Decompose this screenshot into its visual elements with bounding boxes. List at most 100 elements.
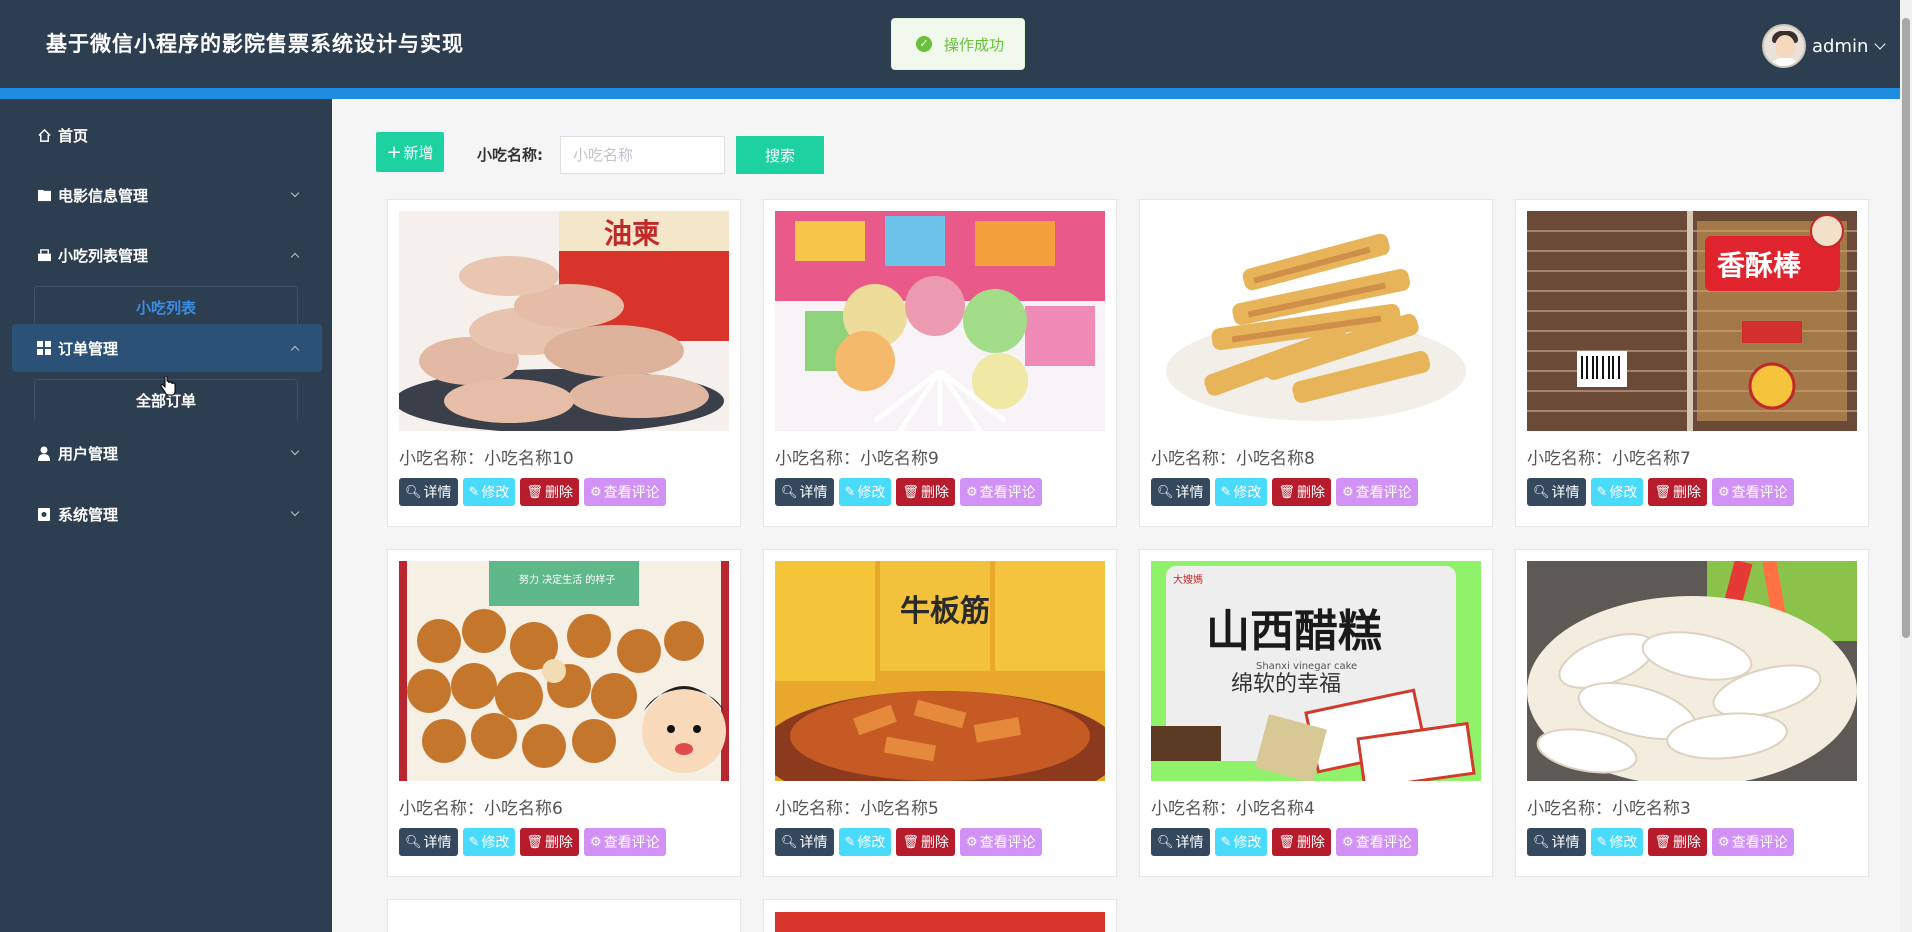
snack-image[interactable] [1151, 211, 1481, 431]
edit-button[interactable]: ✎ 修改 [1214, 478, 1268, 506]
snack-image[interactable] [775, 912, 1105, 932]
edit-icon: ✎ [1220, 834, 1232, 850]
delete-button[interactable]: 🗑︎ 删除 [1272, 828, 1331, 856]
edit-button[interactable]: ✎ 修改 [838, 828, 892, 856]
detail-button[interactable]: 🔍︎ 详情 [1151, 478, 1210, 506]
chevron-up-icon [290, 252, 300, 262]
sidebar-item-snack[interactable]: 小吃列表管理 [12, 231, 322, 279]
sidebar-item-user[interactable]: 用户管理 [12, 429, 322, 477]
toast-message: 操作成功 [944, 35, 1005, 54]
review-button[interactable]: ⚙ 查看评论 [1711, 828, 1794, 856]
snack-image[interactable] [1527, 561, 1857, 781]
delete-button[interactable]: 🗑︎ 删除 [520, 828, 579, 856]
snack-image[interactable]: 大嫂媽 山西醋糕 Shanxi vinegar cake 绵软的幸福 [1151, 561, 1481, 781]
chevron-down-icon [290, 507, 300, 517]
card-actions: 🔍︎ 详情 ✎ 修改 🗑︎ 删除 ⚙ 查看评论 [775, 828, 1042, 856]
snack-name: 小吃名称：小吃名称10 [399, 449, 574, 469]
review-button[interactable]: ⚙ 查看评论 [1711, 478, 1794, 506]
detail-button[interactable]: 🔍︎ 详情 [399, 828, 458, 856]
trash-icon: 🗑︎ [1278, 484, 1295, 500]
edit-button[interactable]: ✎ 修改 [1214, 828, 1268, 856]
review-button[interactable]: ⚙ 查看评论 [959, 828, 1042, 856]
sidebar-item-order[interactable]: 订单管理 [12, 324, 322, 372]
success-toast: ✓ 操作成功 [891, 18, 1025, 70]
detail-button[interactable]: 🔍︎ 详情 [775, 828, 834, 856]
edit-icon: ✎ [844, 484, 856, 500]
svg-text:大嫂媽: 大嫂媽 [1173, 573, 1203, 586]
gear-icon: ⚙ [965, 484, 978, 500]
snack-name: 小吃名称：小吃名称9 [775, 449, 939, 469]
card-actions: 🔍︎ 详情 ✎ 修改 🗑︎ 删除 ⚙ 查看评论 [1151, 828, 1418, 856]
scrollbar-thumb[interactable] [1902, 18, 1910, 638]
delete-button[interactable]: 🗑︎ 删除 [1648, 478, 1707, 506]
card-actions: 🔍︎ 详情 ✎ 修改 🗑︎ 删除 ⚙ 查看评论 [775, 478, 1042, 506]
snack-image[interactable]: 牛板筋 [775, 561, 1105, 781]
sidebar-item-label: 电影信息管理 [58, 186, 149, 205]
card-actions: 🔍︎ 详情 ✎ 修改 🗑︎ 删除 ⚙ 查看评论 [399, 828, 666, 856]
review-button[interactable]: ⚙ 查看评论 [583, 828, 666, 856]
trash-icon: 🗑︎ [902, 484, 919, 500]
delete-button[interactable]: 🗑︎ 删除 [896, 478, 955, 506]
detail-button[interactable]: 🔍︎ 详情 [399, 478, 458, 506]
add-button[interactable]: + 新增 [376, 132, 444, 172]
card-actions: 🔍︎ 详情 ✎ 修改 🗑︎ 删除 ⚙ 查看评论 [1527, 478, 1794, 506]
search-input[interactable] [560, 136, 725, 174]
search-icon: 🔍︎ [781, 834, 798, 850]
edit-button[interactable]: ✎ 修改 [462, 828, 516, 856]
delete-button[interactable]: 🗑︎ 删除 [896, 828, 955, 856]
username: admin [1812, 35, 1869, 57]
trash-icon: 🗑︎ [1654, 484, 1671, 500]
detail-button[interactable]: 🔍︎ 详情 [1151, 828, 1210, 856]
gear-icon: ⚙ [965, 834, 978, 850]
snack-card: 小吃名称：小吃名称9 🔍︎ 详情 ✎ 修改 🗑︎ 删除 ⚙ 查看评论 [763, 199, 1117, 527]
sidebar-item-home[interactable]: 首页 [12, 111, 322, 159]
snack-image[interactable]: 努力 决定生活 的样子 [399, 561, 729, 781]
film-icon [36, 187, 52, 203]
snack-name: 小吃名称：小吃名称5 [775, 799, 939, 819]
card-actions: 🔍︎ 详情 ✎ 修改 🗑︎ 删除 ⚙ 查看评论 [1151, 478, 1418, 506]
review-button[interactable]: ⚙ 查看评论 [1335, 828, 1418, 856]
edit-button[interactable]: ✎ 修改 [1590, 828, 1644, 856]
check-icon: ✓ [916, 36, 932, 52]
card-actions: 🔍︎ 详情 ✎ 修改 🗑︎ 删除 ⚙ 查看评论 [399, 478, 666, 506]
gear-icon: ⚙ [1341, 484, 1354, 500]
sidebar-item-system[interactable]: 系统管理 [12, 490, 322, 538]
snack-image[interactable]: 油柬 [399, 211, 729, 431]
svg-text:Shanxi vinegar cake: Shanxi vinegar cake [1256, 661, 1357, 672]
sidebar-item-label: 小吃列表管理 [58, 246, 149, 265]
user-menu[interactable]: admin [1762, 24, 1887, 68]
edit-button[interactable]: ✎ 修改 [838, 478, 892, 506]
snack-name: 小吃名称：小吃名称6 [399, 799, 563, 819]
search-icon: 🔍︎ [1533, 834, 1550, 850]
snack-card [387, 899, 741, 932]
delete-button[interactable]: 🗑︎ 删除 [1648, 828, 1707, 856]
edit-button[interactable]: ✎ 修改 [462, 478, 516, 506]
review-button[interactable]: ⚙ 查看评论 [1335, 478, 1418, 506]
search-button[interactable]: 搜索 [736, 136, 824, 174]
review-button[interactable]: ⚙ 查看评论 [583, 478, 666, 506]
snack-image[interactable] [775, 211, 1105, 431]
snack-card [763, 899, 1117, 932]
detail-button[interactable]: 🔍︎ 详情 [1527, 478, 1586, 506]
search-icon: 🔍︎ [1157, 834, 1174, 850]
gear-icon: ⚙ [589, 484, 602, 500]
edit-icon: ✎ [844, 834, 856, 850]
accent-bar [0, 88, 1900, 99]
delete-button[interactable]: 🗑︎ 删除 [520, 478, 579, 506]
sidebar-item-movie[interactable]: 电影信息管理 [12, 171, 322, 219]
snack-card: 油柬 小吃名称：小吃名称10 🔍︎ 详情 ✎ 修改 🗑︎ 删除 ⚙ 查看评论 [387, 199, 741, 527]
user-icon [36, 445, 52, 461]
review-button[interactable]: ⚙ 查看评论 [959, 478, 1042, 506]
delete-button[interactable]: 🗑︎ 删除 [1272, 478, 1331, 506]
svg-text:香酥棒: 香酥棒 [1717, 249, 1802, 282]
submenu-snack-list[interactable]: 小吃列表 [34, 286, 298, 328]
chevron-up-icon [290, 345, 300, 355]
edit-button[interactable]: ✎ 修改 [1590, 478, 1644, 506]
edit-icon: ✎ [468, 834, 480, 850]
detail-button[interactable]: 🔍︎ 详情 [1527, 828, 1586, 856]
trash-icon: 🗑︎ [526, 834, 543, 850]
top-header: 基于微信小程序的影院售票系统设计与实现 ✓ 操作成功 admin [0, 0, 1900, 88]
detail-button[interactable]: 🔍︎ 详情 [775, 478, 834, 506]
trash-icon: 🗑︎ [902, 834, 919, 850]
snack-image[interactable]: 香酥棒 [1527, 211, 1857, 431]
